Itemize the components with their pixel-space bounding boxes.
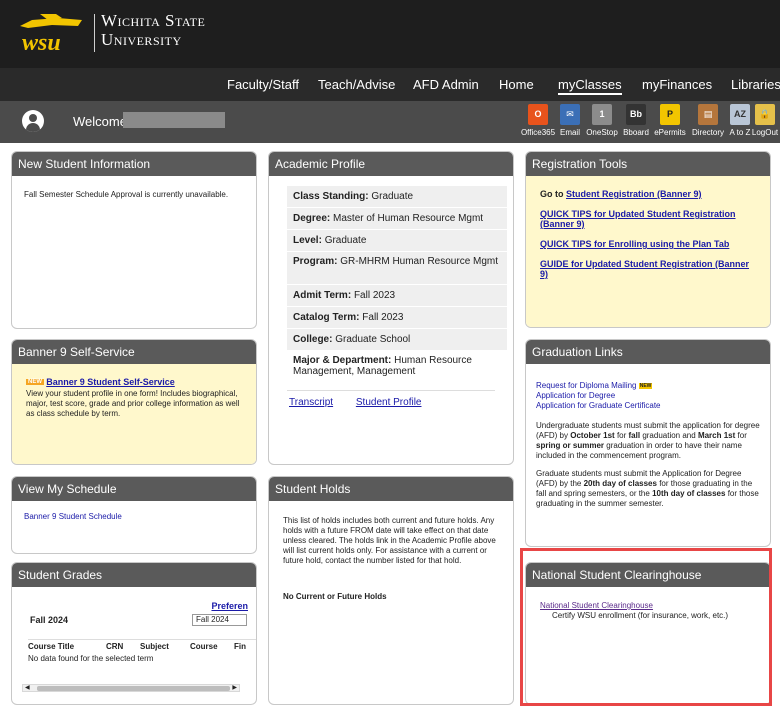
grades-term-label: Fall 2024 (30, 615, 69, 625)
profile-row-program: Program: GR-MHRM Human Resource Mgmt (287, 252, 507, 285)
holds-description: This list of holds includes both current… (283, 516, 496, 565)
profile-row-catalog-term: Catalog Term: Fall 2023 (287, 307, 507, 329)
academic-profile-panel: Academic Profile Class Standing: Graduat… (268, 151, 514, 465)
nav-faculty-staff[interactable]: Faculty/Staff (227, 77, 299, 92)
epermits-icon: P (660, 104, 680, 125)
col-crn: CRN (106, 642, 124, 651)
panel-title: Banner 9 Self-Service (12, 340, 256, 364)
highlight-box (520, 548, 772, 706)
undergrad-deadline-text: Undergraduate students must submit the a… (536, 421, 760, 460)
office365-icon: O (528, 104, 548, 125)
preferences-link[interactable]: Preferen (211, 601, 248, 611)
panel-title: Graduation Links (526, 340, 770, 364)
scrollbar-thumb[interactable] (37, 686, 230, 691)
scroll-left-arrow-icon[interactable]: ◀ (25, 683, 30, 693)
student-registration-link[interactable]: Student Registration (Banner 9) (566, 189, 702, 199)
main-nav: Faculty/Staff Teach/Advise AFD Admin Hom… (0, 68, 780, 101)
panel-title: New Student Information (12, 152, 256, 176)
quick-tips-registration-link[interactable]: QUICK TIPS for Updated Student Registrat… (540, 209, 736, 229)
banner9-schedule-link[interactable]: Banner 9 Student Schedule (24, 512, 122, 521)
grades-table-header (28, 639, 256, 640)
nav-afd-admin[interactable]: AFD Admin (413, 77, 479, 92)
panel-title: Student Grades (12, 563, 256, 587)
brand-name-line2: University (101, 30, 182, 49)
blackboard-icon: Bb (626, 104, 646, 125)
logo-mark-text: wsu (22, 30, 61, 56)
scroll-right-arrow-icon[interactable]: ▶ (232, 683, 237, 693)
nav-libraries[interactable]: Libraries (731, 77, 780, 92)
banner9-self-service-link[interactable]: Banner 9 Student Self-Service (46, 377, 175, 387)
site-header: wsu Wichita State University (0, 0, 780, 68)
new-student-info-panel: New Student Information Fall Semester Sc… (11, 151, 257, 329)
registration-guide-link[interactable]: GUIDE for Updated Student Registration (… (540, 259, 749, 279)
directory-icon: ▤ (698, 104, 718, 125)
panel-title: Student Holds (269, 477, 513, 501)
user-avatar-icon[interactable] (22, 110, 44, 132)
profile-row-college: College: Graduate School (287, 329, 507, 351)
profile-row-major: Major & Department: Human Resource Manag… (287, 351, 507, 384)
student-profile-link[interactable]: Student Profile (356, 397, 422, 408)
new-student-info-text: Fall Semester Schedule Approval is curre… (24, 190, 229, 199)
brand-name-line1: Wichita State (101, 11, 206, 30)
col-course: Course (190, 642, 218, 651)
term-select[interactable]: Fall 2024 (192, 614, 247, 626)
banner9-panel: Banner 9 Self-Service NEW Banner 9 Stude… (11, 339, 257, 465)
new-badge: NEW (638, 383, 653, 389)
profile-row-admit-term: Admit Term: Fall 2023 (287, 285, 507, 307)
panel-title: View My Schedule (12, 477, 256, 501)
holds-status: No Current or Future Holds (283, 592, 387, 601)
col-course-title: Course Title (28, 642, 75, 651)
brand-name[interactable]: Wichita State University (101, 11, 205, 49)
profile-row-class-standing: Class Standing: Graduate (287, 186, 507, 208)
col-subject: Subject (140, 642, 169, 651)
grades-empty-message: No data found for the selected term (28, 654, 154, 663)
welcome-user-name-redacted (123, 112, 225, 128)
tool-logout[interactable]: 🔒 LogOut (750, 104, 780, 137)
col-final: Fin (234, 642, 246, 651)
quick-tips-plan-link[interactable]: QUICK TIPS for Enrolling using the Plan … (540, 239, 729, 249)
email-icon: ✉ (560, 104, 580, 125)
nav-home[interactable]: Home (499, 77, 534, 92)
view-schedule-panel: View My Schedule Banner 9 Student Schedu… (11, 476, 257, 554)
graduation-links-panel: Graduation Links Request for Diploma Mai… (525, 339, 771, 547)
nav-teach-advise[interactable]: Teach/Advise (318, 77, 395, 92)
go-to-label: Go to (540, 189, 564, 199)
panel-title: Academic Profile (269, 152, 513, 176)
student-holds-panel: Student Holds This list of holds include… (268, 476, 514, 705)
grades-horizontal-scrollbar[interactable]: ◀ ▶ (22, 684, 240, 692)
student-grades-panel: Student Grades Preferen Fall 2024 Fall 2… (11, 562, 257, 705)
wsu-logo-icon[interactable]: wsu (18, 12, 86, 56)
logout-icon: 🔒 (755, 104, 775, 125)
tool-epermits[interactable]: P ePermits (650, 104, 690, 137)
graduate-certificate-link[interactable]: Application for Graduate Certificate (536, 401, 661, 410)
application-for-degree-link[interactable]: Application for Degree (536, 391, 615, 400)
new-badge: NEW (26, 379, 44, 385)
tool-label: ePermits (654, 128, 686, 137)
nav-myclasses[interactable]: myClasses (558, 77, 622, 95)
grad-deadline-text: Graduate students must submit the Applic… (536, 469, 759, 508)
tool-label: LogOut (751, 128, 779, 137)
panel-title: Registration Tools (526, 152, 770, 176)
banner9-description: View your student profile in one form! I… (26, 389, 240, 418)
welcome-text: Welcome, (73, 114, 131, 129)
logo-divider (94, 14, 95, 52)
onestop-icon: 1 (592, 104, 612, 125)
diploma-mailing-link[interactable]: Request for Diploma Mailing (536, 381, 637, 390)
registration-tools-panel: Registration Tools Go to Student Registr… (525, 151, 771, 328)
a-to-z-icon: AZ (730, 104, 750, 125)
nav-myfinances[interactable]: myFinances (642, 77, 712, 92)
transcript-link[interactable]: Transcript (289, 397, 333, 408)
profile-row-degree: Degree: Master of Human Resource Mgmt (287, 208, 507, 230)
profile-row-level: Level: Graduate (287, 230, 507, 252)
